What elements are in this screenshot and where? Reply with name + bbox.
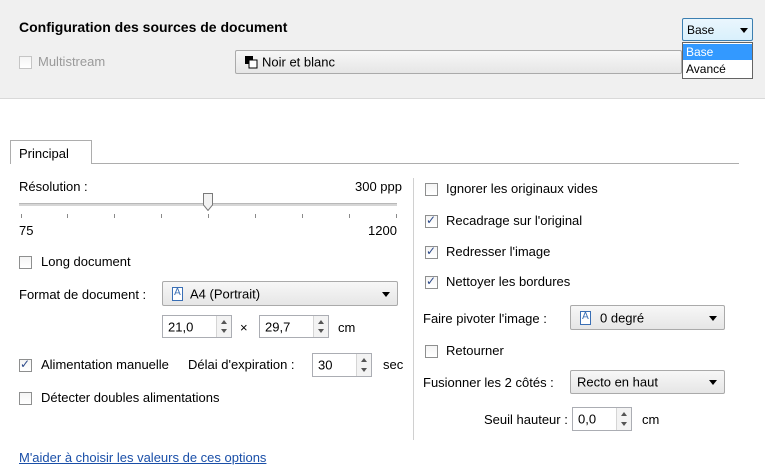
mode-select-value: Base [687,22,715,37]
times-sign: × [240,320,248,335]
multistream-label: Multistream [38,54,106,69]
timeout-input[interactable]: 30 [312,353,372,377]
chevron-down-icon [740,27,748,33]
color-mode-select[interactable]: Noir et blanc [235,50,682,74]
slider-tick [255,214,256,218]
document-icon: A [172,287,183,301]
crop-label: Recadrage sur l'original [446,213,583,228]
timeout-unit: sec [383,357,404,372]
rotate-value: 0 degré [600,310,645,325]
multistream-checkbox[interactable] [19,56,32,69]
tab-principal-label: Principal [19,146,69,161]
timeout-spinner[interactable] [356,354,371,376]
width-value: 21,0 [168,319,194,334]
mode-select-dropdown: Base Avancé [682,42,753,79]
slider-tick [349,214,350,218]
width-input[interactable]: 21,0 [162,315,232,338]
slider-tick [208,214,209,218]
crop-checkbox[interactable] [425,213,438,228]
long-document-checkbox[interactable] [19,256,32,269]
slider-tick [396,214,397,218]
timeout-label: Délai d'expiration : [188,357,295,372]
height-spinner[interactable] [313,316,328,337]
merge-select[interactable]: Recto en haut [570,370,725,394]
clean-borders-checkbox[interactable] [425,274,438,289]
rotate-label: Faire pivoter l'image : [423,311,547,326]
chevron-down-icon [709,315,717,321]
threshold-unit: cm [642,412,660,427]
column-divider [413,178,414,440]
ignore-blank-label: Ignorer les originaux vides [446,181,598,196]
panel-title: Configuration des sources de document [19,19,288,35]
deskew-checkbox[interactable] [425,244,438,259]
help-link[interactable]: M'aider à choisir les valeurs de ces opt… [19,450,266,465]
threshold-input[interactable]: 0,0 [572,407,632,431]
timeout-value: 30 [318,357,333,373]
deskew-label: Redresser l'image [446,244,551,259]
height-value: 29,7 [265,319,291,334]
slider-tick [114,214,115,218]
flip-checkbox[interactable] [425,345,438,358]
color-mode-value: Noir et blanc [262,54,335,70]
chevron-down-icon [709,380,717,385]
format-value: A4 (Portrait) [190,286,261,301]
slider-tick [67,214,68,218]
double-feed-label: Détecter doubles alimentations [41,390,220,405]
document-icon: A [580,311,591,325]
size-unit: cm [338,320,356,335]
resolution-max: 1200 [368,223,397,238]
rotate-select[interactable]: A 0 degré [570,305,725,330]
mode-select[interactable]: Base [682,18,753,41]
threshold-value: 0,0 [578,411,597,427]
merge-value: Recto en haut [577,374,658,390]
resolution-label: Résolution : [19,179,88,194]
format-select[interactable]: A A4 (Portrait) [162,281,398,306]
resolution-slider-thumb[interactable] [203,193,213,212]
resolution-min: 75 [19,223,34,238]
height-input[interactable]: 29,7 [259,315,329,338]
mode-option-base[interactable]: Base [683,44,752,60]
slider-tick [161,214,162,218]
ignore-blank-checkbox[interactable] [425,183,438,196]
resolution-value: 300 ppp [355,179,402,194]
slider-tick [21,214,22,218]
width-spinner[interactable] [216,316,231,337]
clean-borders-label: Nettoyer les bordures [446,274,571,289]
double-feed-checkbox[interactable] [19,392,32,405]
format-label: Format de document : [19,287,147,302]
manual-feed-checkbox[interactable] [19,357,32,372]
long-document-label: Long document [41,254,131,269]
threshold-spinner[interactable] [616,408,631,430]
threshold-label: Seuil hauteur : [484,412,568,427]
slider-tick [302,214,303,218]
manual-feed-label: Alimentation manuelle [41,357,169,372]
flip-label: Retourner [446,343,504,358]
chevron-down-icon [382,291,390,297]
black-white-icon [244,55,258,69]
tab-principal[interactable]: Principal [10,140,92,164]
mode-option-avance[interactable]: Avancé [683,61,752,77]
merge-label: Fusionner les 2 côtés : [423,375,554,390]
